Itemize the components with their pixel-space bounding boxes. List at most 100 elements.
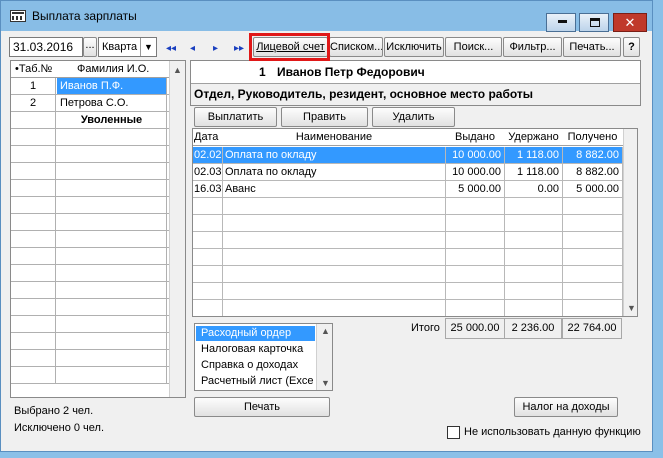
next-record-icon[interactable]: ▸ (213, 43, 218, 54)
first-record-icon[interactable]: ◂◂ (166, 43, 176, 54)
cell-withheld: 1 118.00 (505, 147, 563, 163)
close-button[interactable]: ✕ (613, 13, 647, 32)
employee-list-header: •Таб.№ Фамилия И.О. (11, 61, 185, 78)
pay-button[interactable]: Выплатить (194, 107, 277, 127)
report-item[interactable]: Справка о доходах (196, 358, 315, 373)
main-window: Выплата зарплаты ✕ 31.03.2016 ... Кварта… (0, 0, 653, 452)
period-select[interactable]: Кварта ▼ (98, 37, 157, 57)
last-record-icon[interactable]: ▸▸ (234, 43, 244, 54)
cell-name: Оплата по окладу (223, 147, 446, 163)
employee-info-panel: 1 Иванов Петр Федорович Отдел, Руководит… (190, 60, 641, 106)
payments-table-header: Дата Наименование Выдано Удержано Получе… (193, 129, 623, 146)
payments-scrollbar[interactable]: ▼ (623, 129, 637, 316)
list-button[interactable]: Списком... (329, 37, 383, 57)
column-header-paid[interactable]: Выдано (446, 131, 504, 143)
cell-withheld: 0.00 (505, 181, 563, 197)
income-tax-button[interactable]: Налог на доходы (514, 397, 618, 417)
empty-row (11, 299, 185, 316)
app-icon (10, 10, 26, 22)
close-icon: ✕ (624, 15, 636, 30)
search-button[interactable]: Поиск... (445, 37, 502, 57)
exclude-button[interactable]: Исключить (384, 37, 444, 57)
prev-record-icon[interactable]: ◂ (190, 43, 195, 54)
empty-row (11, 350, 185, 367)
minimize-button[interactable] (546, 13, 576, 32)
employee-title-num: 1 (259, 65, 266, 79)
total-withheld: 2 236.00 (504, 318, 562, 339)
scroll-down-icon[interactable]: ▼ (627, 303, 636, 313)
cell-name: Аванс (223, 181, 446, 197)
column-header-date[interactable]: Дата (194, 131, 222, 143)
cell-received: 5 000.00 (563, 181, 623, 197)
empty-row (193, 232, 623, 249)
title-bar[interactable]: Выплата зарплаты ✕ (1, 1, 652, 32)
maximize-button[interactable] (579, 13, 609, 32)
empty-row (11, 316, 185, 333)
employee-name: Иванов П.Ф. (57, 78, 167, 94)
table-row[interactable]: 02.02 Оплата по окладу 10 000.00 1 118.0… (193, 147, 623, 164)
column-header-received[interactable]: Получено (563, 131, 622, 143)
cell-received: 8 882.00 (563, 147, 623, 163)
scroll-up-icon[interactable]: ▲ (173, 65, 182, 75)
filter-button[interactable]: Фильтр... (503, 37, 562, 57)
column-header-name[interactable]: Наименование (223, 131, 445, 143)
table-row[interactable]: 16.03 Аванс 5 000.00 0.00 5 000.00 (193, 181, 623, 198)
empty-row (11, 129, 185, 146)
disable-function-label: Не использовать данную функцию (464, 426, 641, 438)
empty-row (193, 300, 623, 316)
total-received: 22 764.00 (562, 318, 622, 339)
empty-row (11, 163, 185, 180)
cell-paid: 5 000.00 (446, 181, 505, 197)
employee-row[interactable]: 1 Иванов П.Ф. (11, 78, 185, 95)
empty-row (193, 266, 623, 283)
empty-row (193, 283, 623, 300)
empty-row (11, 146, 185, 163)
table-row[interactable]: 02.03 Оплата по окладу 10 000.00 1 118.0… (193, 164, 623, 181)
period-select-value: Кварта (102, 41, 138, 53)
cell-paid: 10 000.00 (446, 147, 505, 163)
empty-row (11, 265, 185, 282)
payments-table[interactable]: Дата Наименование Выдано Удержано Получе… (192, 128, 638, 317)
employee-num: 1 (11, 78, 56, 94)
report-list-scrollbar[interactable]: ▲ ▼ (316, 324, 332, 390)
window-title: Выплата зарплаты (32, 9, 137, 23)
print-menu-button[interactable]: Печать... (563, 37, 621, 57)
employee-list-scrollbar[interactable]: ▲ (169, 61, 185, 397)
report-list[interactable]: Расходный ордер Налоговая карточка Справ… (194, 323, 333, 391)
employee-list[interactable]: •Таб.№ Фамилия И.О. 1 Иванов П.Ф. 2 Петр… (10, 60, 186, 398)
dismissed-group-row[interactable]: Уволенные (11, 112, 185, 129)
scroll-down-icon[interactable]: ▼ (321, 378, 330, 388)
report-item[interactable]: Расчетный лист (Exce (196, 374, 315, 389)
highlight-box (249, 33, 330, 61)
empty-row (193, 215, 623, 232)
cell-name: Оплата по окладу (223, 164, 446, 180)
cell-received: 8 882.00 (563, 164, 623, 180)
empty-row (11, 214, 185, 231)
employee-row[interactable]: 2 Петрова С.О. (11, 95, 185, 112)
date-input[interactable]: 31.03.2016 (9, 37, 83, 57)
edit-button[interactable]: Править (281, 107, 368, 127)
employee-title-row: 1 Иванов Петр Федорович (191, 61, 640, 84)
empty-row (11, 248, 185, 265)
cell-withheld: 1 118.00 (505, 164, 563, 180)
scroll-up-icon[interactable]: ▲ (321, 326, 330, 336)
print-report-button[interactable]: Печать (194, 397, 330, 417)
chevron-down-icon[interactable]: ▼ (140, 38, 156, 56)
dismissed-label: Уволенные (57, 112, 167, 128)
empty-row (11, 367, 185, 384)
cell-paid: 10 000.00 (446, 164, 505, 180)
empty-row (11, 282, 185, 299)
help-button[interactable]: ? (623, 37, 640, 57)
report-item[interactable]: Налоговая карточка (196, 342, 315, 357)
minimize-icon (558, 20, 567, 23)
cell-date: 02.02 (194, 147, 223, 163)
column-header-num[interactable]: •Таб.№ (15, 63, 52, 75)
delete-button[interactable]: Удалить (372, 107, 455, 127)
report-item[interactable]: Расходный ордер (196, 326, 315, 341)
column-header-withheld[interactable]: Удержано (505, 131, 562, 143)
column-header-name[interactable]: Фамилия И.О. (77, 63, 149, 75)
disable-function-checkbox[interactable] (447, 426, 460, 439)
date-picker-button[interactable]: ... (83, 37, 97, 57)
empty-row (11, 180, 185, 197)
empty-row (11, 197, 185, 214)
